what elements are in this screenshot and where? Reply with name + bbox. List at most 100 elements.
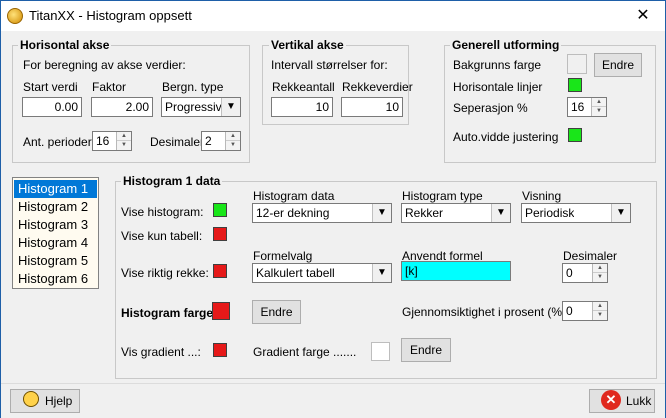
seperasjon-value: 16 [571, 100, 585, 114]
footer-bar: Hjelp Lukk ✕ [1, 383, 665, 418]
seperasjon-spinner[interactable]: 16 ▲ ▼ [567, 97, 607, 117]
vis-gradient-label: Vis gradient ...: [121, 345, 201, 359]
bergn-type-value: Progressivt [165, 100, 223, 114]
anvendt-formel-input[interactable]: [k] [401, 261, 511, 281]
gradient-farge-label: Gradient farge ....... [253, 345, 357, 359]
list-item-histogram-2[interactable]: Histogram 2 [14, 198, 97, 216]
rekkeantall-label: Rekkeantall [272, 80, 335, 94]
vis-gradient-toggle[interactable] [213, 343, 227, 357]
chevron-down-icon[interactable]: ▼ [491, 204, 510, 222]
histogram-setup-window: TitanXX - Histogram oppsett ✕ Horisontal… [0, 0, 666, 418]
gjennomsiktighet-label: Gjennomsiktighet i prosent (%): [402, 305, 570, 319]
histogram-farge-swatch[interactable] [212, 302, 230, 320]
spin-up-icon[interactable]: ▲ [226, 132, 240, 141]
start-verdi-label: Start verdi [23, 80, 78, 94]
gjennomsiktighet-value: 0 [566, 304, 573, 318]
histogram-data-value: 12-er dekning [256, 206, 330, 220]
histogram-farge-endre-button[interactable]: Endre [252, 300, 301, 324]
list-item-histogram-6[interactable]: Histogram 6 [14, 270, 97, 288]
desimaler-label: Desimaler: [150, 135, 208, 149]
desimaler-spinner[interactable]: 2 ▲ ▼ [201, 131, 241, 151]
help-icon [23, 391, 39, 407]
gradient-farge-swatch[interactable] [371, 342, 390, 361]
lukk-button[interactable]: Lukk [589, 389, 655, 413]
spin-down-icon[interactable]: ▼ [117, 141, 131, 150]
ant-perioder-spinner[interactable]: 16 ▲ ▼ [92, 131, 132, 151]
spin-down-icon[interactable]: ▼ [593, 311, 607, 320]
spin-up-icon[interactable]: ▲ [593, 302, 607, 311]
desimaler-data-spinner[interactable]: 0 ▲ ▼ [562, 263, 608, 283]
vertikal-subtitle: Intervall størrelser for: [271, 58, 388, 72]
horisontale-linjer-label: Horisontale linjer [453, 80, 543, 94]
bergn-type-select[interactable]: Progressivt ▼ [161, 97, 241, 117]
chevron-down-icon[interactable]: ▼ [221, 98, 240, 116]
bergn-type-label: Bergn. type [162, 80, 224, 94]
rekkeverdier-label: Rekkeverdier [342, 80, 413, 94]
vise-kun-tabell-label: Vise kun tabell: [121, 229, 203, 243]
vise-histogram-label: Vise histogram: [121, 205, 204, 219]
chevron-down-icon[interactable]: ▼ [372, 204, 391, 222]
rekkeantall-input[interactable]: 10 [271, 97, 333, 117]
spin-down-icon[interactable]: ▼ [593, 273, 607, 282]
chevron-down-icon[interactable]: ▼ [372, 264, 391, 282]
generell-utforming-title: Generell utforming [450, 38, 562, 52]
histogram-list[interactable]: Histogram 1 Histogram 2 Histogram 3 Hist… [12, 177, 99, 289]
seperasjon-label: Seperasjon % [453, 101, 528, 115]
visning-value: Periodisk [525, 206, 575, 220]
app-icon [7, 8, 23, 24]
horisontale-linjer-toggle[interactable] [568, 78, 582, 92]
ant-perioder-label: Ant. perioder [23, 135, 92, 149]
vise-histogram-toggle[interactable] [213, 203, 227, 217]
gradient-farge-endre-button[interactable]: Endre [401, 338, 451, 362]
histogram-type-select[interactable]: Rekker ▼ [401, 203, 511, 223]
chevron-down-icon[interactable]: ▼ [611, 204, 630, 222]
vise-riktig-rekke-toggle[interactable] [213, 264, 227, 278]
histogram-data-select[interactable]: 12-er dekning ▼ [252, 203, 392, 223]
histogram-farge-label: Histogram farge: [121, 306, 218, 320]
list-item-histogram-1[interactable]: Histogram 1 [14, 180, 97, 198]
desimaler-data-value: 0 [566, 266, 573, 280]
faktor-input[interactable]: 2.00 [91, 97, 153, 117]
desimaler-data-label: Desimaler [563, 249, 618, 263]
list-item-histogram-5[interactable]: Histogram 5 [14, 252, 97, 270]
histogram-type-label: Histogram type [402, 189, 483, 203]
hjelp-button[interactable]: Hjelp [10, 389, 80, 413]
hjelp-label: Hjelp [45, 394, 73, 408]
spin-down-icon[interactable]: ▼ [226, 141, 240, 150]
vertikal-akse-title: Vertikal akse [269, 38, 346, 52]
faktor-label: Faktor [92, 80, 127, 94]
spin-up-icon[interactable]: ▲ [593, 264, 607, 273]
title-bar: TitanXX - Histogram oppsett ✕ [1, 1, 665, 31]
spin-up-icon[interactable]: ▲ [592, 98, 606, 107]
window-close-button[interactable]: ✕ [631, 5, 655, 27]
close-icon: ✕ [601, 390, 621, 410]
window-title: TitanXX - Histogram oppsett [29, 8, 192, 23]
horisontal-akse-title: Horisontal akse [18, 38, 112, 52]
histogram-type-value: Rekker [405, 206, 444, 220]
bakgrunns-farge-endre-button[interactable]: Endre [594, 53, 642, 77]
ant-perioder-value: 16 [96, 134, 110, 148]
formelvalg-label: Formelvalg [253, 249, 313, 263]
desimaler-value: 2 [205, 134, 212, 148]
start-verdi-input[interactable]: 0.00 [22, 97, 82, 117]
gjennomsiktighet-spinner[interactable]: 0 ▲ ▼ [562, 301, 608, 321]
spin-down-icon[interactable]: ▼ [592, 107, 606, 116]
formelvalg-select[interactable]: Kalkulert tabell ▼ [252, 263, 392, 283]
histogram-data-label: Histogram data [253, 189, 335, 203]
auto-vidde-toggle[interactable] [568, 128, 582, 142]
vise-kun-tabell-toggle[interactable] [213, 227, 227, 241]
list-item-histogram-3[interactable]: Histogram 3 [14, 216, 97, 234]
bakgrunns-farge-swatch[interactable] [567, 54, 587, 74]
rekkeverdier-input[interactable]: 10 [341, 97, 403, 117]
vise-riktig-rekke-label: Vise riktig rekke: [121, 266, 209, 280]
bakgrunns-farge-label: Bakgrunns farge [453, 58, 542, 72]
spin-up-icon[interactable]: ▲ [117, 132, 131, 141]
histogram-data-title: Histogram 1 data [121, 174, 223, 188]
visning-label: Visning [522, 189, 562, 203]
formelvalg-value: Kalkulert tabell [256, 266, 335, 280]
list-item-histogram-4[interactable]: Histogram 4 [14, 234, 97, 252]
auto-vidde-label: Auto.vidde justering [453, 130, 559, 144]
lukk-label: Lukk [626, 394, 652, 408]
horisontal-subtitle: For beregning av akse verdier: [23, 58, 186, 72]
visning-select[interactable]: Periodisk ▼ [521, 203, 631, 223]
